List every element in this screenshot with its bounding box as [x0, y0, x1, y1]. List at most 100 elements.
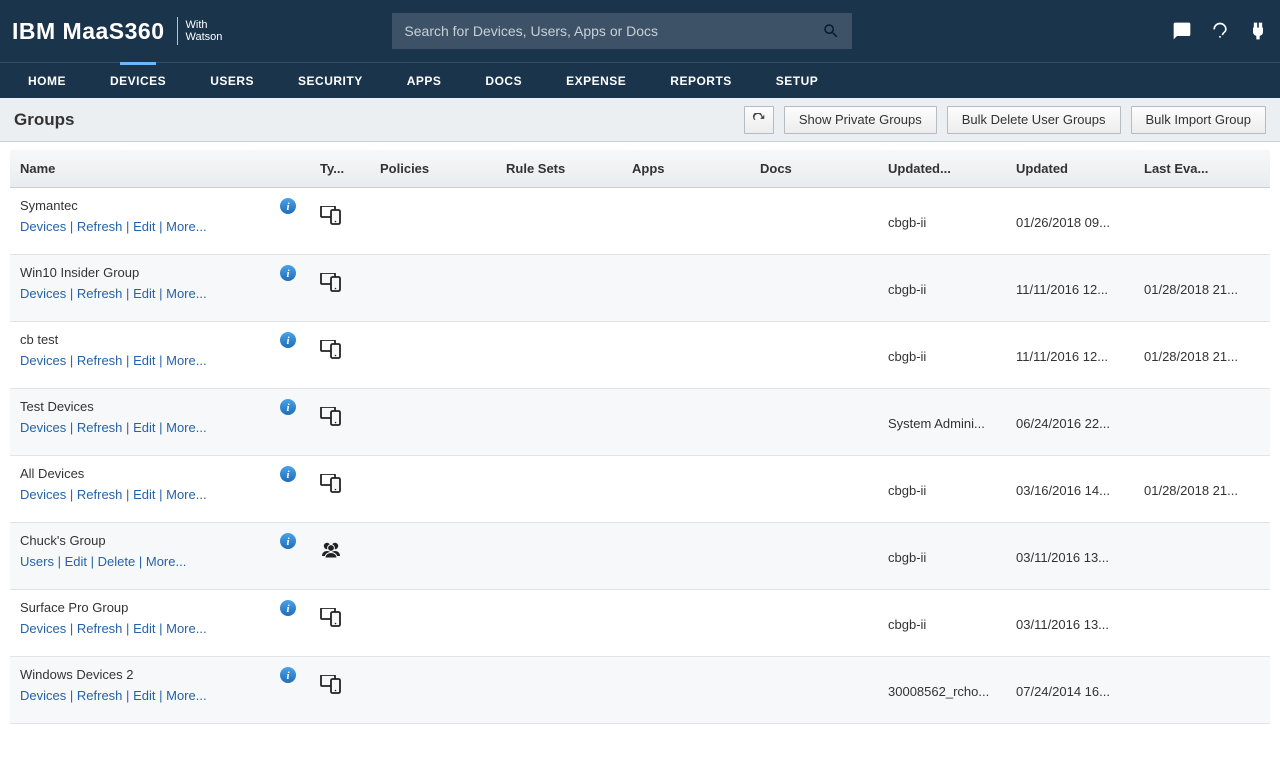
- group-name: Test Devices: [20, 399, 270, 414]
- row-action-devices[interactable]: Devices: [20, 688, 66, 703]
- row-action-edit[interactable]: Edit: [133, 219, 155, 234]
- cell-updated-by: cbgb-ii: [878, 265, 1006, 313]
- row-action-delete[interactable]: Delete: [98, 554, 136, 569]
- col-type[interactable]: Ty...: [310, 161, 370, 176]
- col-updated[interactable]: Updated: [1006, 161, 1134, 176]
- info-icon[interactable]: [280, 466, 296, 482]
- search-input[interactable]: [404, 23, 822, 39]
- bulk-delete-user-groups-button[interactable]: Bulk Delete User Groups: [947, 106, 1121, 134]
- cell-info: [270, 399, 310, 418]
- group-name: Win10 Insider Group: [20, 265, 270, 280]
- row-action-more[interactable]: More...: [166, 286, 206, 301]
- row-action-refresh[interactable]: Refresh: [77, 688, 123, 703]
- col-name[interactable]: Name: [10, 161, 270, 176]
- col-last-eval[interactable]: Last Eva...: [1134, 161, 1260, 176]
- row-action-more[interactable]: More...: [166, 688, 206, 703]
- table-row: All Devices Devices | Refresh | Edit | M…: [10, 456, 1270, 523]
- nav-item-docs[interactable]: DOCS: [463, 63, 544, 98]
- nav-item-devices[interactable]: DEVICES: [88, 63, 188, 98]
- row-action-devices[interactable]: Devices: [20, 420, 66, 435]
- row-action-more[interactable]: More...: [146, 554, 186, 569]
- row-action-devices[interactable]: Devices: [20, 621, 66, 636]
- cell-updated-by: 30008562_rcho...: [878, 667, 1006, 715]
- row-action-edit[interactable]: Edit: [133, 420, 155, 435]
- nav-item-security[interactable]: SECURITY: [276, 63, 385, 98]
- col-docs[interactable]: Docs: [750, 161, 878, 176]
- cell-name: Symantec Devices | Refresh | Edit | More…: [10, 198, 270, 234]
- table-row: Windows Devices 2 Devices | Refresh | Ed…: [10, 657, 1270, 724]
- help-icon[interactable]: [1210, 21, 1230, 41]
- row-action-devices[interactable]: Devices: [20, 487, 66, 502]
- groups-table: Name Ty... Policies Rule Sets Apps Docs …: [0, 150, 1280, 724]
- row-action-edit[interactable]: Edit: [65, 554, 87, 569]
- row-action-refresh[interactable]: Refresh: [77, 286, 123, 301]
- refresh-icon: [752, 113, 766, 127]
- col-rule-sets[interactable]: Rule Sets: [496, 161, 622, 176]
- cell-updated: 03/11/2016 13...: [1006, 533, 1134, 581]
- refresh-button[interactable]: [744, 106, 774, 134]
- row-action-edit[interactable]: Edit: [133, 353, 155, 368]
- row-action-edit[interactable]: Edit: [133, 688, 155, 703]
- global-search[interactable]: [392, 13, 852, 49]
- col-updated-by[interactable]: Updated...: [878, 161, 1006, 176]
- row-action-devices[interactable]: Devices: [20, 353, 66, 368]
- cell-type: [310, 273, 370, 296]
- row-action-more[interactable]: More...: [166, 353, 206, 368]
- nav-item-users[interactable]: USERS: [188, 63, 276, 98]
- info-icon[interactable]: [280, 198, 296, 214]
- connector-icon[interactable]: [1248, 21, 1268, 41]
- nav-item-reports[interactable]: REPORTS: [648, 63, 754, 98]
- cell-updated-by: cbgb-ii: [878, 466, 1006, 514]
- col-apps[interactable]: Apps: [622, 161, 750, 176]
- row-action-devices[interactable]: Devices: [20, 219, 66, 234]
- row-action-refresh[interactable]: Refresh: [77, 353, 123, 368]
- bulk-import-group-button[interactable]: Bulk Import Group: [1131, 106, 1267, 134]
- cell-updated: 06/24/2016 22...: [1006, 399, 1134, 447]
- info-icon[interactable]: [280, 533, 296, 549]
- info-icon[interactable]: [280, 399, 296, 415]
- row-action-more[interactable]: More...: [166, 487, 206, 502]
- row-actions: Devices | Refresh | Edit | More...: [20, 487, 270, 502]
- row-action-refresh[interactable]: Refresh: [77, 420, 123, 435]
- device-group-icon: [320, 340, 342, 360]
- row-action-more[interactable]: More...: [166, 420, 206, 435]
- top-right-icons: [1172, 21, 1268, 41]
- row-action-edit[interactable]: Edit: [133, 487, 155, 502]
- row-actions: Devices | Refresh | Edit | More...: [20, 219, 270, 234]
- cell-type: [310, 206, 370, 229]
- device-group-icon: [320, 474, 342, 494]
- logo-sub-text: With Watson: [186, 19, 223, 43]
- nav-item-home[interactable]: HOME: [6, 63, 88, 98]
- chat-icon[interactable]: [1172, 21, 1192, 41]
- top-bar: IBM MaaS360 With Watson: [0, 0, 1280, 62]
- row-action-more[interactable]: More...: [166, 219, 206, 234]
- group-name: Surface Pro Group: [20, 600, 270, 615]
- nav-item-setup[interactable]: SETUP: [754, 63, 841, 98]
- cell-name: Windows Devices 2 Devices | Refresh | Ed…: [10, 667, 270, 703]
- col-policies[interactable]: Policies: [370, 161, 496, 176]
- info-icon[interactable]: [280, 667, 296, 683]
- row-actions: Users | Edit | Delete | More...: [20, 554, 270, 569]
- group-name: Windows Devices 2: [20, 667, 270, 682]
- table-row: Symantec Devices | Refresh | Edit | More…: [10, 188, 1270, 255]
- cell-updated-by: cbgb-ii: [878, 198, 1006, 246]
- info-icon[interactable]: [280, 600, 296, 616]
- nav-item-expense[interactable]: EXPENSE: [544, 63, 648, 98]
- row-action-more[interactable]: More...: [166, 621, 206, 636]
- row-action-refresh[interactable]: Refresh: [77, 219, 123, 234]
- cell-info: [270, 533, 310, 552]
- row-action-refresh[interactable]: Refresh: [77, 621, 123, 636]
- row-action-edit[interactable]: Edit: [133, 621, 155, 636]
- info-icon[interactable]: [280, 332, 296, 348]
- nav-item-apps[interactable]: APPS: [385, 63, 464, 98]
- group-name: cb test: [20, 332, 270, 347]
- row-action-devices[interactable]: Devices: [20, 286, 66, 301]
- row-action-refresh[interactable]: Refresh: [77, 487, 123, 502]
- info-icon[interactable]: [280, 265, 296, 281]
- search-icon[interactable]: [822, 22, 840, 40]
- show-private-groups-button[interactable]: Show Private Groups: [784, 106, 937, 134]
- cell-last-eval: [1134, 198, 1260, 246]
- table-row: Test Devices Devices | Refresh | Edit | …: [10, 389, 1270, 456]
- row-action-users[interactable]: Users: [20, 554, 54, 569]
- row-action-edit[interactable]: Edit: [133, 286, 155, 301]
